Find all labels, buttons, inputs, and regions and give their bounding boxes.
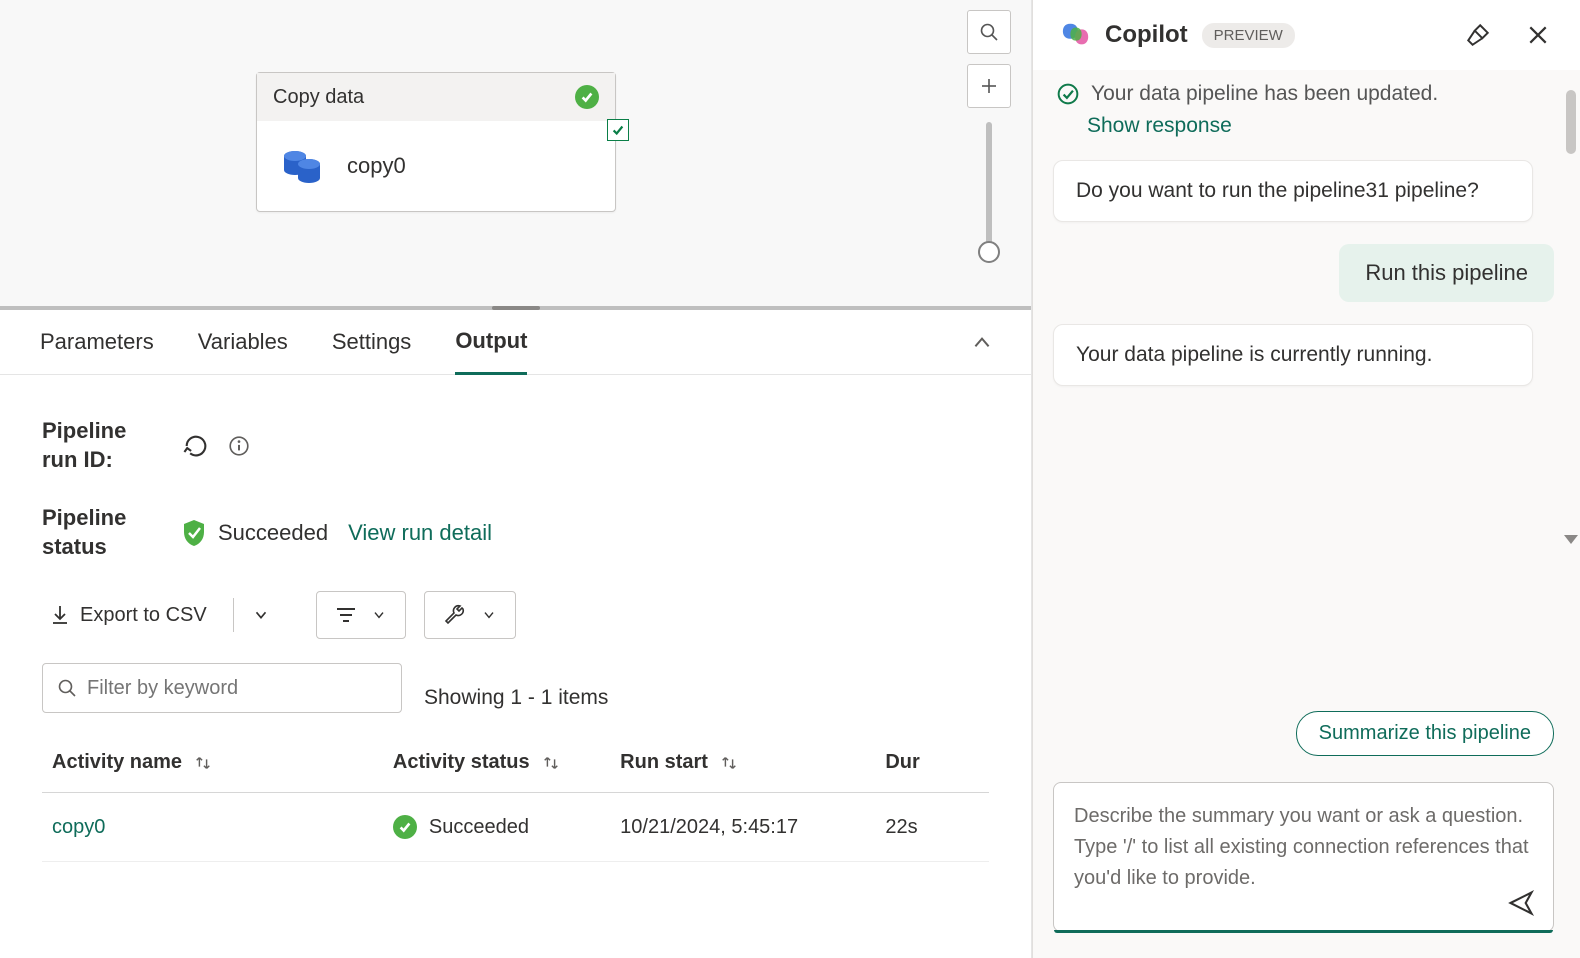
composer-focus-underline (1054, 930, 1553, 933)
chat-composer[interactable]: Describe the summary you want or ask a q… (1053, 782, 1554, 932)
wrench-icon (443, 603, 467, 627)
sort-icon[interactable] (720, 754, 738, 772)
system-status-text: Your data pipeline has been updated. (1091, 82, 1438, 106)
cell-status-text: Succeeded (429, 816, 529, 839)
zoom-slider[interactable] (986, 122, 992, 262)
user-message: Run this pipeline (1339, 244, 1554, 302)
canvas-tools (967, 10, 1011, 262)
view-run-detail-link[interactable]: View run detail (348, 520, 492, 546)
add-activity-button[interactable] (967, 64, 1011, 108)
filter-options-button[interactable] (316, 591, 406, 639)
database-icon (279, 144, 323, 188)
system-status-line: Your data pipeline has been updated. (1057, 82, 1554, 106)
chat-area: Your data pipeline has been updated. Sho… (1033, 70, 1580, 766)
pipeline-status-value: Succeeded View run detail (182, 519, 492, 547)
output-toolbar: Export to CSV (42, 591, 989, 639)
chevron-down-icon (481, 607, 497, 623)
activity-card-header: Copy data (257, 73, 615, 121)
shield-check-icon (182, 519, 206, 547)
activity-card-copy-data[interactable]: Copy data copy0 (256, 72, 616, 212)
scrollbar-down-arrow[interactable] (1564, 535, 1578, 544)
col-activity-status[interactable]: Activity status (393, 751, 530, 774)
showing-count-text: Showing 1 - 1 items (424, 686, 608, 710)
output-panel: Pipeline run ID: Pipeline status Succeed… (0, 375, 1031, 862)
filter-keyword-input-wrap[interactable] (42, 663, 402, 713)
scrollbar-thumb[interactable] (1566, 90, 1576, 154)
details-tabs: Parameters Variables Settings Output (0, 310, 1031, 375)
tab-variables[interactable]: Variables (198, 329, 288, 373)
export-csv-button[interactable]: Export to CSV (42, 598, 215, 633)
cell-duration: 22s (875, 793, 989, 862)
chevron-down-icon (371, 607, 387, 623)
pipeline-run-id-row: Pipeline run ID: (42, 417, 989, 474)
copilot-panel: Copilot PREVIEW Your data pipeline has b… (1032, 0, 1580, 958)
tab-output[interactable]: Output (455, 328, 527, 375)
sort-icon[interactable] (542, 754, 560, 772)
copilot-logo-icon (1061, 20, 1091, 50)
col-duration[interactable]: Dur (885, 751, 919, 773)
main-area: Copy data copy0 (0, 0, 1032, 958)
tab-settings[interactable]: Settings (332, 329, 412, 373)
zoom-slider-thumb[interactable] (978, 241, 1000, 263)
status-text: Succeeded (218, 520, 328, 546)
pipeline-canvas[interactable]: Copy data copy0 (0, 0, 1031, 310)
pipeline-run-id-label: Pipeline run ID: (42, 417, 152, 474)
filter-icon (335, 606, 357, 624)
copilot-title: Copilot (1105, 21, 1188, 49)
success-check-icon (575, 85, 599, 109)
activity-card-body: copy0 (257, 121, 615, 211)
send-icon[interactable] (1507, 889, 1535, 917)
cell-activity-name[interactable]: copy0 (42, 793, 383, 862)
col-activity-name[interactable]: Activity name (52, 751, 182, 774)
pipeline-status-label: Pipeline status (42, 504, 152, 561)
copilot-header: Copilot PREVIEW (1033, 0, 1580, 70)
bot-message: Do you want to run the pipeline31 pipeli… (1053, 160, 1533, 222)
zoom-search-button[interactable] (967, 10, 1011, 54)
broom-icon[interactable] (1464, 21, 1492, 49)
cell-activity-status: Succeeded (393, 815, 600, 839)
export-csv-dropdown[interactable] (252, 606, 270, 624)
collapse-panel-icon[interactable] (971, 332, 993, 354)
cell-run-start: 10/21/2024, 5:45:17 (610, 793, 875, 862)
toolbar-separator (233, 598, 234, 632)
composer-placeholder: Describe the summary you want or ask a q… (1074, 801, 1533, 894)
success-check-icon (393, 815, 417, 839)
table-row[interactable]: copy0 Succeeded 10/21/2024, 5:45:17 22s (42, 793, 989, 862)
export-csv-label: Export to CSV (80, 604, 207, 627)
show-response-link[interactable]: Show response (1087, 114, 1554, 138)
close-icon[interactable] (1524, 21, 1552, 49)
refresh-icon[interactable] (182, 432, 210, 460)
settings-options-button[interactable] (424, 591, 516, 639)
sort-icon[interactable] (194, 754, 212, 772)
activity-success-port[interactable] (607, 119, 629, 141)
col-run-start[interactable]: Run start (620, 751, 708, 774)
suggestion-chip[interactable]: Summarize this pipeline (1296, 711, 1554, 756)
check-circle-icon (1057, 83, 1079, 105)
bot-message: Your data pipeline is currently running. (1053, 324, 1533, 386)
activity-name-label: copy0 (347, 153, 406, 179)
pipeline-status-row: Pipeline status Succeeded View run detai… (42, 504, 989, 561)
search-icon (57, 678, 77, 698)
filter-keyword-input[interactable] (87, 677, 387, 700)
copilot-scrollbar[interactable] (1564, 90, 1578, 520)
tab-parameters[interactable]: Parameters (40, 329, 154, 373)
activity-runs-table: Activity name Activity status Run start … (42, 733, 989, 862)
info-icon[interactable] (228, 435, 250, 457)
activity-header-label: Copy data (273, 86, 364, 109)
preview-badge: PREVIEW (1202, 23, 1295, 48)
